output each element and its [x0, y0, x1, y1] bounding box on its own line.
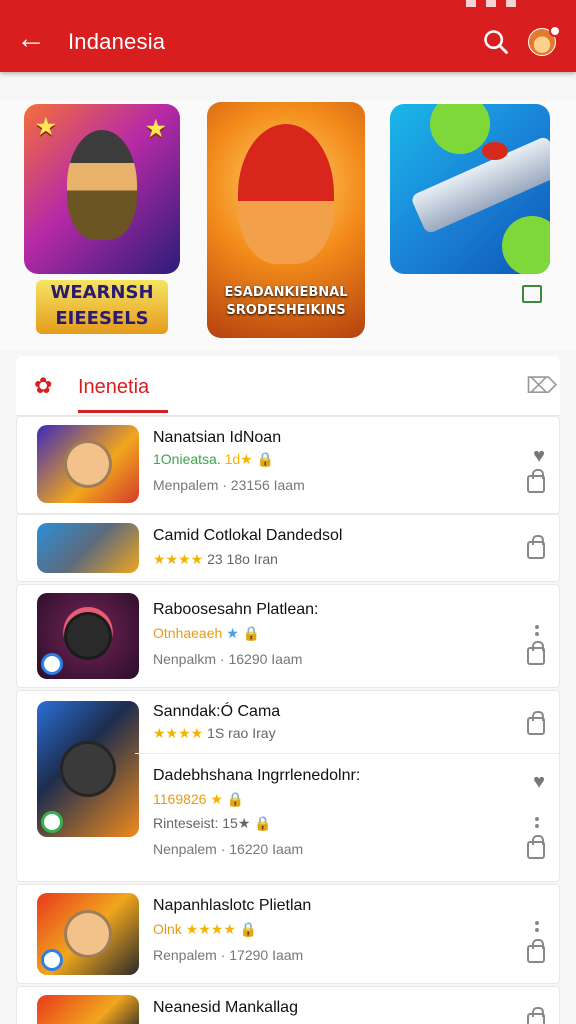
- flower-icon: ✿: [34, 373, 53, 398]
- more-options-icon[interactable]: [535, 817, 539, 821]
- star-icon: ★: [146, 116, 166, 141]
- notification-badge: [549, 25, 561, 37]
- app-icon: [37, 995, 139, 1024]
- app-icon: [37, 893, 139, 975]
- search-icon[interactable]: [482, 28, 510, 56]
- app-rating: Olnk ★★★★ 🔒: [153, 921, 258, 937]
- app-name: Raboosesahn Platlean:: [153, 601, 319, 618]
- app-name: Napanhlaslotc Plietlan: [153, 897, 312, 914]
- list-item[interactable]: Nanatsian IdNoan 1Onieatsa. 1d★ 🔒 Menpal…: [16, 416, 560, 514]
- app-icon: [37, 593, 139, 679]
- tab-indicator: [78, 410, 168, 413]
- lock-icon[interactable]: [527, 1007, 545, 1024]
- app-icon: [37, 425, 139, 503]
- list-item[interactable]: Sanndak:Ó Cama ★★★★ 1S rao Iray Dadebhsh…: [16, 690, 560, 882]
- image-icon[interactable]: [522, 285, 542, 303]
- app-name: Dadebhshana Ingrrlenedolnr:: [153, 767, 361, 784]
- avatar[interactable]: [528, 25, 561, 56]
- app-rating: 1Onieatsa. 1d★ 🔒: [153, 451, 275, 467]
- close-icon[interactable]: ⌦: [526, 375, 557, 397]
- lock-icon[interactable]: [527, 939, 545, 963]
- lock-icon[interactable]: [527, 835, 545, 859]
- featured-logo: WEARNSH EIEESELS: [36, 280, 168, 334]
- featured-logo: ESADANKIEBNAL SRODESHEIKINS: [224, 285, 348, 318]
- app-subinfo: Rinteseist: 15★ 🔒: [153, 815, 272, 831]
- heart-icon[interactable]: ♥: [533, 445, 545, 468]
- status-bar: [466, 0, 516, 7]
- featured-card[interactable]: [390, 104, 550, 274]
- divider: [135, 753, 559, 754]
- app-rating: ★★★★ 1S rao Iray: [153, 725, 276, 741]
- page-title: Indanesia: [68, 29, 166, 54]
- lock-icon[interactable]: [527, 711, 545, 735]
- app-name: Sanndak:Ó Cama: [153, 703, 281, 720]
- app-rating: ★★★★ 23 18o Iran: [153, 551, 278, 567]
- decor-blob: [502, 216, 550, 274]
- decor-blob: [430, 104, 490, 154]
- app-bar: ← Indanesia: [0, 0, 576, 72]
- app-meta: Menpalem · 23156 Iaam: [153, 477, 305, 493]
- featured-card[interactable]: ★ ★: [24, 104, 180, 274]
- list-item[interactable]: Napanhlaslotc Plietlan Olnk ★★★★ 🔒 Renpa…: [16, 884, 560, 984]
- app-icon: [37, 523, 139, 573]
- app-meta: Nenpalkm · 16290 Iaam: [153, 651, 303, 667]
- app-icon: [37, 701, 139, 837]
- list-item[interactable]: Raboosesahn Platlean: Otnhaeaeh ★ 🔒 Nenp…: [16, 584, 560, 688]
- list-item[interactable]: Neanesid Mankallag: [16, 986, 560, 1024]
- lock-icon[interactable]: [527, 641, 545, 665]
- app-name: Neanesid Mankallag: [153, 999, 298, 1016]
- app-meta: Renpalem · 17290 Iaam: [153, 947, 304, 963]
- section-header: ✿ Inenetia ⌦: [16, 356, 560, 416]
- more-options-icon[interactable]: [535, 921, 539, 925]
- more-options-icon[interactable]: [535, 625, 539, 629]
- lock-icon[interactable]: [527, 469, 545, 493]
- character-art: [238, 124, 334, 264]
- tab-label[interactable]: Inenetia: [78, 376, 149, 399]
- app-rating: Otnhaeaeh ★ 🔒: [153, 625, 261, 641]
- list-item[interactable]: Camid Cotlokal Dandedsol ★★★★ 23 18o Ira…: [16, 514, 560, 582]
- app-meta: Nenpalem · 16220 Iaam: [153, 841, 304, 857]
- lock-icon[interactable]: [527, 535, 545, 559]
- game-art: [482, 142, 508, 160]
- app-name: Nanatsian IdNoan: [153, 429, 282, 446]
- star-icon: ★: [36, 114, 56, 139]
- character-art: [67, 130, 137, 240]
- arrow-left-icon[interactable]: ←: [16, 24, 50, 58]
- app-name: Camid Cotlokal Dandedsol: [153, 527, 343, 544]
- app-rating: 1169826 ★ 🔒: [153, 791, 245, 807]
- heart-icon[interactable]: ♥: [533, 771, 545, 794]
